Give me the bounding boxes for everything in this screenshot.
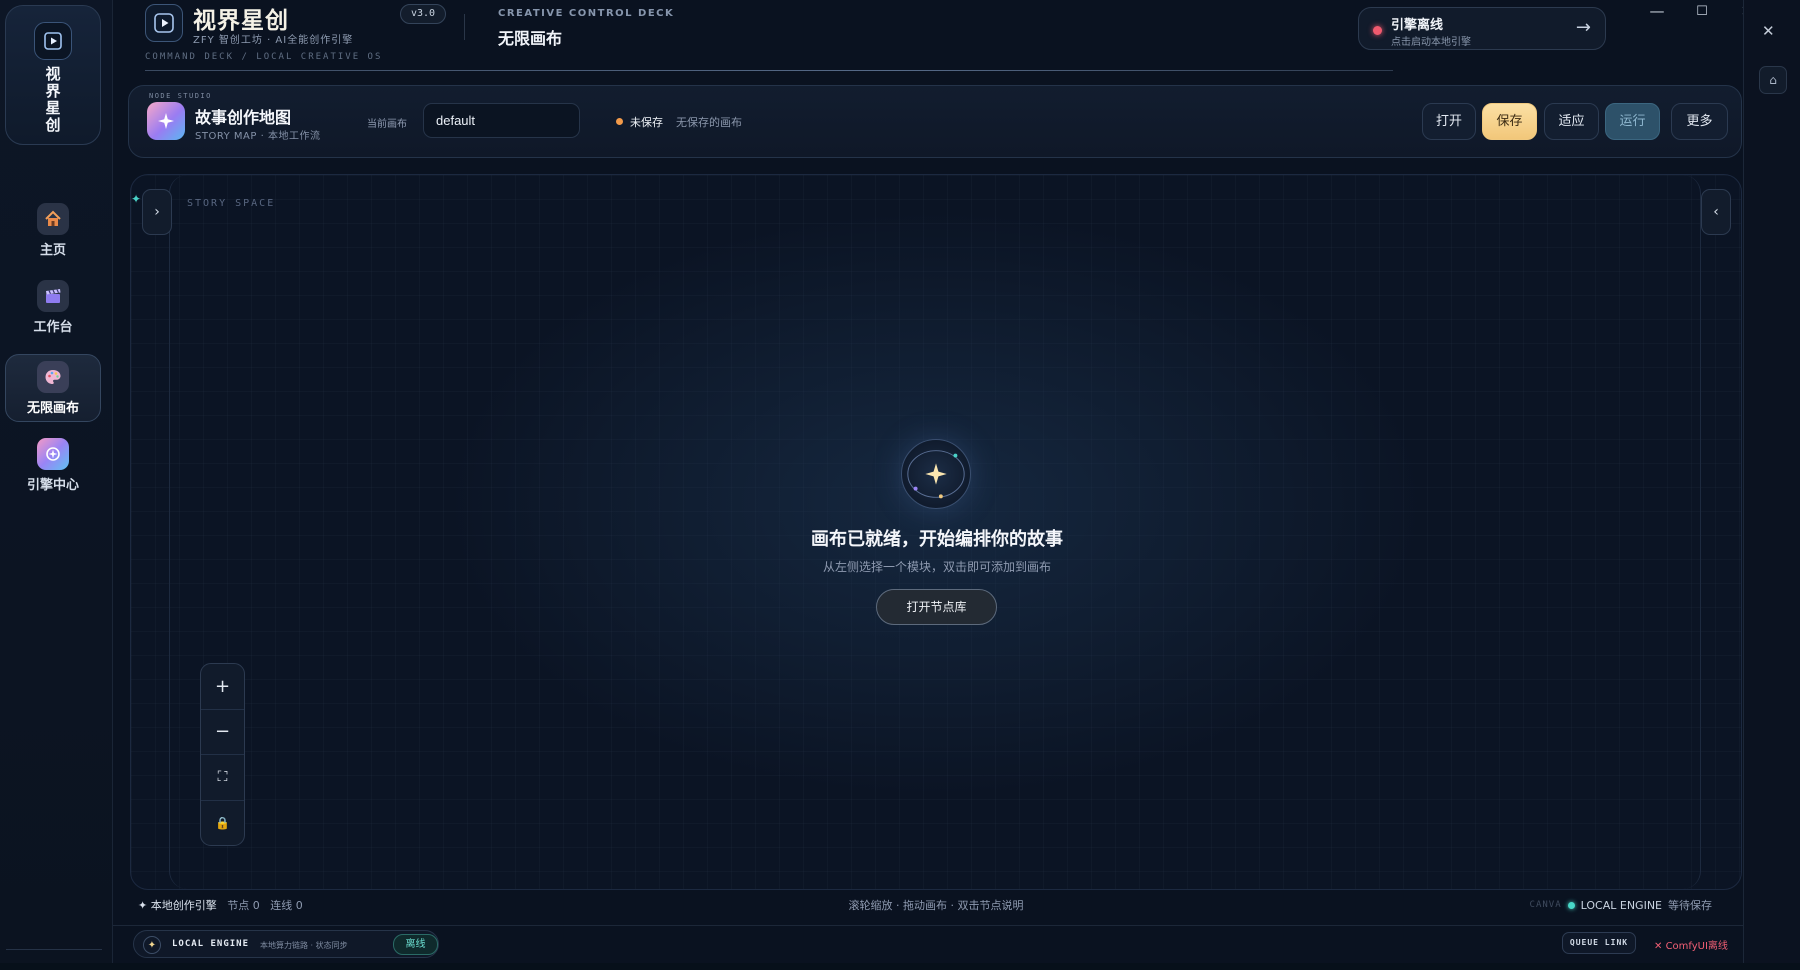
footer-bar: ✦ LOCAL ENGINE 本地算力链路 · 状态同步 离线 QUEUE LI…	[113, 925, 1743, 963]
canvas-name-input[interactable]	[423, 103, 580, 138]
star-orb-icon	[901, 439, 971, 509]
fit-view-button[interactable]: ⛶	[201, 755, 244, 801]
palette-icon	[37, 360, 69, 393]
version-badge: v3.0	[400, 4, 446, 24]
rail-close-icon[interactable]: ✕	[1762, 22, 1775, 40]
maximize-button[interactable]: ☐	[1685, 0, 1719, 22]
zoom-controls: + − ⛶ 🔒	[200, 663, 245, 846]
status-dot	[1373, 26, 1382, 35]
brand-title: 视界星创	[193, 7, 289, 34]
arrow-right-icon: →	[1575, 17, 1591, 38]
sidebar-item-workbench[interactable]: 工作台	[5, 273, 101, 341]
sidebar-divider	[6, 949, 102, 950]
zoom-out-button[interactable]: −	[201, 710, 244, 755]
top-header: 视界星创 ZFY 智创工坊 · AI全能创作引擎 v3.0 COMMAND DE…	[113, 0, 1753, 72]
status-right: CANVA LOCAL ENGINE 等待保存	[1530, 897, 1712, 913]
sidebar-item-engine-center[interactable]: 引擎中心	[5, 431, 101, 499]
sidebar-item-label: 主页	[39, 242, 66, 258]
canvas-name-label: 当前画布	[367, 119, 407, 130]
fit-button[interactable]: 适应	[1544, 103, 1599, 140]
house-icon	[37, 202, 69, 235]
empty-state-subtitle: 从左侧选择一个模块，双击即可添加到画布	[822, 560, 1051, 574]
page-title: 无限画布	[498, 29, 563, 48]
unsaved-label: 未保存	[630, 116, 663, 129]
engine-icon	[37, 437, 69, 470]
footer-engine-subtitle: 本地算力链路 · 状态同步	[260, 941, 348, 950]
comfyui-status: ✕ ComfyUI离线	[1654, 941, 1728, 952]
local-engine-status: LOCAL ENGINE	[1580, 898, 1662, 912]
breadcrumb: COMMAND DECK / LOCAL CREATIVE OS	[145, 52, 383, 62]
brand-play-icon	[145, 4, 183, 42]
open-button[interactable]: 打开	[1422, 103, 1476, 140]
lock-icon[interactable]: 🔒	[201, 801, 244, 846]
sidebar-item-label: 引擎中心	[26, 477, 79, 493]
comfyui-status-label: ComfyUI离线	[1665, 941, 1728, 952]
studio-title: 故事创作地图	[195, 108, 292, 127]
save-button[interactable]: 保存	[1482, 103, 1537, 140]
app-logo[interactable]: 视界星创	[5, 5, 101, 145]
local-engine-pill[interactable]: ✦ LOCAL ENGINE 本地算力链路 · 状态同步 离线	[133, 930, 439, 958]
engine-live-dot	[1567, 901, 1575, 909]
queue-link-button[interactable]: QUEUE LINK	[1562, 932, 1636, 954]
empty-state-title: 画布已就绪，开始编排你的故事	[811, 529, 1063, 550]
expand-left-panel-button[interactable]: ›	[142, 189, 172, 235]
engine-status-subtitle: 点击启动本地引擎	[1391, 37, 1471, 48]
canvas-ghost-label: CANVA	[1529, 900, 1562, 910]
sparkle-marker-icon: ✦	[131, 192, 142, 206]
brand-subtitle: ZFY 智创工坊 · AI全能创作引擎	[193, 35, 354, 46]
zoom-in-button[interactable]: +	[201, 664, 244, 710]
canvas-hint: 滚轮缩放 · 拖动画布 · 双击节点说明	[848, 899, 1024, 912]
more-button[interactable]: 更多	[1671, 103, 1728, 140]
sidebar-item-label: 工作台	[33, 319, 73, 335]
story-canvas[interactable]: ✦ › ‹ STORY SPACE 画布已就绪，开始编排你的故事 从左侧选择一个…	[130, 174, 1742, 890]
sidebar-item-home[interactable]: 主页	[5, 196, 101, 264]
engine-status-badge: 离线	[393, 934, 438, 955]
footer-engine-label: LOCAL ENGINE	[172, 939, 250, 949]
engine-status-title: 引擎离线	[1391, 18, 1444, 33]
sidebar: 视界星创 主页 工作台 无限画布 引擎中心	[0, 0, 113, 970]
unsaved-note: 无保存的画布	[676, 116, 742, 129]
clapperboard-icon	[37, 279, 69, 312]
canvas-status-bar: ✦ 本地创作引擎 节点 0 连线 0 滚轮缩放 · 拖动画布 · 双击节点说明 …	[130, 897, 1742, 915]
sparkle-icon	[147, 102, 185, 140]
engine-offline-button[interactable]: 引擎离线 点击启动本地引擎 →	[1358, 7, 1606, 50]
header-divider	[464, 14, 465, 40]
minimize-button[interactable]: —	[1640, 0, 1674, 22]
open-node-library-button[interactable]: 打开节点库	[876, 589, 997, 625]
sidebar-item-label: 无限画布	[26, 400, 79, 416]
logo-text: 视界星创	[45, 65, 61, 134]
expand-right-panel-button[interactable]: ‹	[1701, 189, 1731, 235]
run-button[interactable]: 运行	[1605, 103, 1660, 140]
studio-tag: NODE STUDIO	[149, 92, 212, 100]
header-underline	[145, 70, 1393, 71]
studio-subtitle: STORY MAP · 本地工作流	[195, 131, 321, 142]
node-studio-toolbar: NODE STUDIO 故事创作地图 STORY MAP · 本地工作流 当前画…	[128, 85, 1742, 158]
story-space-label: STORY SPACE	[187, 198, 276, 209]
unsaved-dot	[616, 118, 623, 125]
sidebar-item-infinite-canvas[interactable]: 无限画布	[5, 354, 101, 422]
sparkle-icon: ✦	[143, 936, 161, 954]
play-logo-icon	[34, 22, 72, 60]
save-state: 等待保存	[1668, 899, 1712, 912]
deck-label: CREATIVE CONTROL DECK	[498, 8, 675, 19]
right-rail: ✕ ⌂	[1743, 0, 1800, 970]
os-taskbar	[0, 963, 1800, 970]
rail-home-icon[interactable]: ⌂	[1759, 66, 1787, 94]
